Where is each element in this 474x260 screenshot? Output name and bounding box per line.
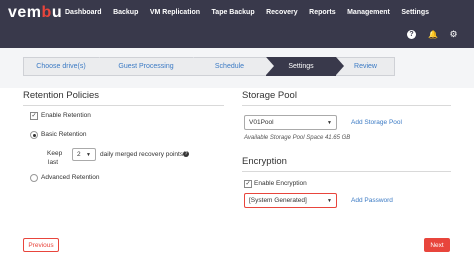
nav-management[interactable]: Management [347, 9, 390, 16]
encryption-title: Encryption [242, 156, 287, 167]
enable-retention-label: Enable Retention [41, 112, 91, 119]
step-choose-drives[interactable]: Choose drive(s) [23, 57, 107, 76]
step-schedule[interactable]: Schedule [193, 57, 274, 76]
add-storage-pool-link[interactable]: Add Storage Pool [351, 119, 402, 126]
nav-reports[interactable]: Reports [309, 9, 335, 16]
bell-icon[interactable]: 🔔 [428, 30, 438, 39]
retention-divider [23, 105, 224, 106]
main-nav: Dashboard Backup VM Replication Tape Bac… [65, 9, 441, 16]
enable-encryption-label: Enable Encryption [254, 180, 307, 187]
daily-merged-label: daily merged recovery points [100, 151, 184, 158]
previous-button[interactable]: Previous [23, 238, 59, 252]
step-settings[interactable]: Settings [266, 57, 344, 76]
wizard-steps-bar: Choose drive(s) Guest Processing Schedul… [0, 48, 474, 88]
nav-settings[interactable]: Settings [401, 9, 429, 16]
vembu-logo: vembu [8, 4, 63, 21]
gear-icon[interactable]: ⚙ [449, 30, 458, 39]
enable-encryption-checkbox[interactable]: ✓ [244, 180, 252, 188]
help-icon[interactable]: ? [407, 30, 416, 39]
enable-retention-checkbox[interactable]: ✓ [30, 112, 38, 120]
last-label: last [48, 159, 59, 166]
step-guest-processing[interactable]: Guest Processing [99, 57, 201, 76]
retention-policies-title: Retention Policies [23, 90, 100, 101]
add-password-link[interactable]: Add Password [351, 197, 393, 204]
nav-backup[interactable]: Backup [113, 9, 138, 16]
basic-retention-radio[interactable] [30, 131, 38, 139]
nav-dashboard[interactable]: Dashboard [65, 9, 102, 16]
nav-tape-backup[interactable]: Tape Backup [212, 9, 255, 16]
step-review[interactable]: Review [336, 57, 395, 76]
keep-label: Keep [47, 150, 63, 157]
next-button[interactable]: Next [424, 238, 450, 252]
nav-vm-replication[interactable]: VM Replication [150, 9, 200, 16]
nav-recovery[interactable]: Recovery [266, 9, 298, 16]
available-space-text: Available Storage Pool Space 41.65 GB [244, 135, 351, 141]
storage-pool-select[interactable]: V01Pool ▼ [244, 115, 337, 130]
question-icon[interactable]: ? [183, 151, 189, 157]
advanced-retention-radio[interactable] [30, 174, 38, 182]
encryption-divider [242, 171, 451, 172]
basic-retention-label: Basic Retention [41, 131, 87, 138]
storage-divider [242, 105, 451, 106]
encryption-password-select[interactable]: [System Generated] ▼ [244, 193, 337, 208]
advanced-retention-label: Advanced Retention [41, 174, 100, 181]
storage-pool-title: Storage Pool [242, 90, 297, 101]
top-navigation-bar: vembu Dashboard Backup VM Replication Ta… [0, 0, 474, 48]
keep-count-select[interactable]: 2 ▼ [72, 148, 96, 161]
